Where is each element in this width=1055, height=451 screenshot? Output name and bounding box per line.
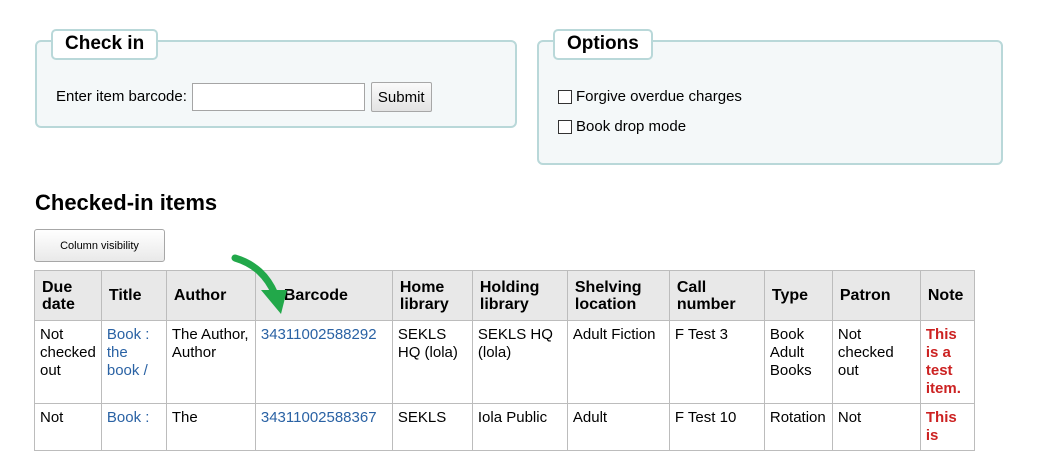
section-title: Checked-in items bbox=[35, 190, 218, 215]
options-fieldset: Options Forgive overdue charges Book dro… bbox=[537, 29, 1003, 165]
cell-barcode: 34311002588292 bbox=[254, 320, 393, 404]
cell-call-number: F Test 3 bbox=[668, 320, 765, 404]
cell-home-library: SEKLS bbox=[391, 403, 473, 451]
header-type[interactable]: Type bbox=[763, 270, 833, 321]
cell-shelving: Adult bbox=[566, 403, 670, 451]
cell-author: The bbox=[165, 403, 256, 451]
cell-author: The Author, Author bbox=[165, 320, 256, 404]
note-text: This is a test item. bbox=[925, 326, 961, 397]
cell-due: Not checked out bbox=[34, 320, 102, 404]
table-header-row: Due date Title Author Barcode Home libra… bbox=[34, 270, 975, 321]
header-patron[interactable]: Patron bbox=[831, 270, 921, 321]
cell-barcode: 34311002588367 bbox=[254, 403, 393, 451]
cell-holding-library: Iola Public bbox=[471, 403, 568, 451]
header-shelving-location[interactable]: Shelving location bbox=[566, 270, 670, 321]
title-link[interactable]: Book : the book / bbox=[107, 326, 150, 379]
forgive-overdue-label: Forgive overdue charges bbox=[576, 88, 742, 105]
barcode-row: Enter item barcode: Submit bbox=[56, 82, 432, 112]
cell-patron: Not bbox=[831, 403, 921, 451]
title-link[interactable]: Book : bbox=[107, 409, 150, 426]
cell-patron: Not checked out bbox=[831, 320, 921, 404]
cell-note: This is a test item. bbox=[919, 320, 975, 404]
book-drop-label: Book drop mode bbox=[576, 118, 687, 135]
table-row: Not Book : The 34311002588367 SEKLS Iola… bbox=[34, 403, 975, 451]
green-curved-arrow-icon bbox=[231, 254, 287, 314]
barcode-input[interactable] bbox=[191, 83, 365, 111]
barcode-label: Enter item barcode: bbox=[56, 88, 187, 105]
forgive-overdue-option[interactable]: Forgive overdue charges bbox=[558, 88, 742, 106]
cell-holding-library: SEKLS HQ (lola) bbox=[471, 320, 568, 404]
header-note[interactable]: Note bbox=[919, 270, 975, 321]
header-title[interactable]: Title bbox=[100, 270, 167, 321]
checkin-legend: Check in bbox=[51, 29, 159, 60]
barcode-link[interactable]: 34311002588367 bbox=[261, 409, 377, 426]
table-row: Not checked out Book : the book / The Au… bbox=[34, 320, 975, 404]
checked-in-table: Due date Title Author Barcode Home libra… bbox=[34, 270, 975, 451]
cell-note: This is bbox=[919, 403, 975, 451]
header-call-number[interactable]: Call number bbox=[668, 270, 765, 321]
cell-type: Rotation bbox=[763, 403, 833, 451]
book-drop-option[interactable]: Book drop mode bbox=[558, 118, 686, 136]
cell-call-number: F Test 10 bbox=[668, 403, 765, 451]
cell-due: Not bbox=[34, 403, 102, 451]
book-drop-checkbox[interactable] bbox=[558, 120, 572, 134]
cell-type: Book Adult Books bbox=[763, 320, 833, 404]
cell-title: Book : the book / bbox=[100, 320, 167, 404]
cell-shelving: Adult Fiction bbox=[566, 320, 670, 404]
submit-button[interactable]: Submit bbox=[370, 82, 432, 112]
barcode-link[interactable]: 34311002588292 bbox=[261, 326, 377, 343]
header-home-library[interactable]: Home library bbox=[391, 270, 473, 321]
column-visibility-button[interactable]: Column visibility bbox=[34, 229, 165, 262]
note-text: This is bbox=[925, 409, 957, 444]
forgive-overdue-checkbox[interactable] bbox=[558, 90, 572, 104]
options-legend: Options bbox=[553, 29, 653, 60]
cell-title: Book : bbox=[100, 403, 167, 451]
cell-home-library: SEKLS HQ (lola) bbox=[391, 320, 473, 404]
checkin-fieldset: Check in Enter item barcode: Submit bbox=[35, 29, 517, 128]
header-due-date[interactable]: Due date bbox=[34, 270, 102, 321]
header-holding-library[interactable]: Holding library bbox=[471, 270, 568, 321]
